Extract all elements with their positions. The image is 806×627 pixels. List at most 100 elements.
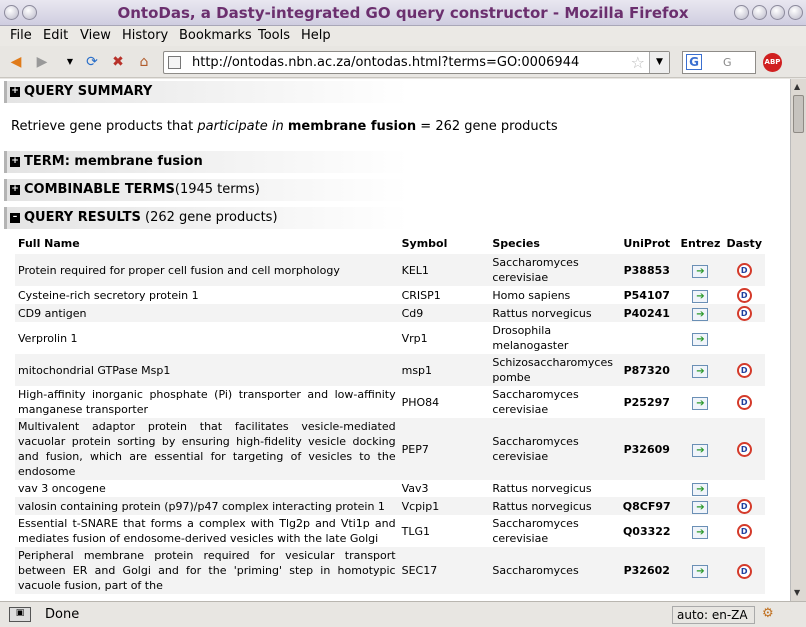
summary-relation: participate in <box>197 119 284 134</box>
gene-symbol: KEL1 <box>398 254 490 286</box>
bookmark-star-icon[interactable]: ☆ <box>631 53 645 72</box>
gene-symbol: Vav3 <box>398 480 490 497</box>
gene-species: Rattus norvegicus <box>489 497 616 515</box>
entrez-link-icon[interactable]: ➔ <box>692 364 709 378</box>
expand-icon[interactable]: + <box>10 185 20 195</box>
section-term[interactable]: + TERM: membrane fusion <box>4 151 408 173</box>
stop-icon[interactable]: ✖ <box>110 54 126 70</box>
section-combinable-terms[interactable]: + COMBINABLE TERMS(1945 terms) <box>4 179 408 201</box>
menu-view[interactable]: View <box>80 28 111 43</box>
search-engine-icon[interactable]: G <box>686 54 702 70</box>
dasty-link-icon[interactable]: D <box>736 395 752 410</box>
dasty-link-icon[interactable]: D <box>736 263 752 278</box>
vertical-scrollbar[interactable]: ▲ ▼ <box>790 79 806 601</box>
entrez-link-icon[interactable]: ➔ <box>692 565 709 578</box>
dasty-cell: D <box>723 354 765 386</box>
summary-prefix: Retrieve gene products that <box>11 119 198 134</box>
locale-indicator[interactable]: auto: en-ZA <box>672 606 755 624</box>
uniprot-link[interactable]: P32602 <box>615 547 678 594</box>
column-header-full-name[interactable]: Full Name <box>15 233 399 254</box>
section-query-results[interactable]: – QUERY RESULTS (262 gene products) <box>4 207 408 229</box>
dasty-link-icon[interactable]: D <box>736 563 752 579</box>
reload-icon[interactable]: ⟳ <box>84 54 100 70</box>
dasty-link-icon[interactable]: D <box>736 363 752 378</box>
expand-icon[interactable]: + <box>10 157 20 167</box>
menu-tools[interactable]: Tools <box>258 28 290 43</box>
forward-icon[interactable]: ▶ <box>34 54 50 70</box>
menu-file[interactable]: File <box>10 28 32 43</box>
column-header-symbol[interactable]: Symbol <box>398 233 490 254</box>
entrez-link-icon[interactable]: ➔ <box>692 264 709 278</box>
home-icon[interactable]: ⌂ <box>136 54 152 70</box>
dasty-link-icon[interactable]: D <box>736 499 752 514</box>
entrez-link-icon[interactable]: ➔ <box>692 396 709 410</box>
restore-button[interactable] <box>770 5 785 20</box>
minimize-button[interactable] <box>734 5 749 20</box>
address-dropdown-icon[interactable]: ▼ <box>649 52 669 73</box>
column-header-uniprot[interactable]: UniProt <box>615 233 678 254</box>
entrez-link-icon[interactable]: ➔ <box>692 307 709 321</box>
uniprot-link[interactable]: P40241 <box>615 304 678 322</box>
gene-full-name: CD9 antigen <box>15 304 399 322</box>
adblock-icon[interactable]: ABP <box>763 53 782 72</box>
uniprot-link[interactable]: P54107 <box>615 286 678 304</box>
section-query-summary[interactable]: + QUERY SUMMARY <box>4 81 408 103</box>
entrez-link-icon[interactable]: ➔ <box>692 525 709 539</box>
gene-species: Rattus norvegicus <box>489 480 616 497</box>
gene-species: Saccharomyces cerevisiae <box>489 386 616 418</box>
menu-help[interactable]: Help <box>301 28 331 43</box>
gene-full-name: Essential t-SNARE that forms a complex w… <box>15 515 399 547</box>
search-input[interactable]: G <box>723 56 732 69</box>
back-icon[interactable]: ◀ <box>8 54 24 70</box>
gene-symbol: CRISP1 <box>398 286 490 304</box>
dasty-cell: D <box>723 304 765 322</box>
entrez-link-icon[interactable]: ➔ <box>692 332 709 346</box>
expand-icon[interactable]: + <box>10 87 20 97</box>
dasty-cell <box>723 480 765 497</box>
entrez-link-icon[interactable]: ➔ <box>692 289 709 303</box>
uniprot-link[interactable]: P38853 <box>615 254 678 286</box>
window-title: OntoDas, a Dasty-integrated GO query con… <box>117 4 689 22</box>
page-favicon-icon <box>168 56 181 69</box>
dasty-link-icon[interactable]: D <box>736 306 752 321</box>
entrez-link-icon[interactable]: ➔ <box>692 443 709 457</box>
gene-species: Saccharomyces cerevisiae <box>489 418 616 480</box>
scrollbar-thumb[interactable] <box>793 95 804 133</box>
scroll-down-icon[interactable]: ▼ <box>794 588 800 597</box>
history-dropdown-icon[interactable]: ▼ <box>62 54 78 70</box>
collapse-icon[interactable]: – <box>10 213 20 223</box>
column-header-species[interactable]: Species <box>489 233 616 254</box>
table-row: CD9 antigen Cd9 Rattus norvegicus P40241 ➔ D <box>15 304 765 322</box>
window-titlebar: OntoDas, a Dasty-integrated GO query con… <box>0 0 806 26</box>
dasty-link-icon[interactable]: D <box>736 288 752 303</box>
entrez-cell: ➔ <box>677 304 724 322</box>
uniprot-link[interactable]: P25297 <box>615 386 678 418</box>
addon-tool-icon[interactable]: ⚙ <box>762 606 774 621</box>
dasty-cell: D <box>723 515 765 547</box>
uniprot-link[interactable]: P87320 <box>615 354 678 386</box>
uniprot-link[interactable]: Q8CF97 <box>615 497 678 515</box>
entrez-link-icon[interactable]: ➔ <box>692 500 709 514</box>
scroll-up-icon[interactable]: ▲ <box>794 82 800 91</box>
menu-history[interactable]: History <box>122 28 168 43</box>
page-content: + QUERY SUMMARY Retrieve gene products t… <box>0 79 790 601</box>
uniprot-link[interactable]: P32609 <box>615 418 678 480</box>
uniprot-link[interactable]: Q03322 <box>615 515 678 547</box>
search-box[interactable]: G G <box>682 51 756 74</box>
entrez-cell: ➔ <box>677 515 724 547</box>
dasty-cell <box>723 322 765 354</box>
maximize-button[interactable] <box>752 5 767 20</box>
entrez-link-icon[interactable]: ➔ <box>692 483 709 496</box>
section-title: QUERY SUMMARY <box>24 84 153 99</box>
table-row: mitochondrial GTPase Msp1 msp1 Schizosacch… <box>15 354 765 386</box>
address-url[interactable]: http://ontodas.nbn.ac.za/ontodas.html?te… <box>192 55 579 70</box>
menu-edit[interactable]: Edit <box>43 28 68 43</box>
menu-bookmarks[interactable]: Bookmarks <box>179 28 252 43</box>
table-row: Peripheral membrane protein required for… <box>15 547 765 594</box>
summary-suffix: = 262 gene products <box>416 119 558 134</box>
address-bar[interactable]: http://ontodas.nbn.ac.za/ontodas.html?te… <box>163 51 670 74</box>
dasty-link-icon[interactable]: D <box>736 524 752 539</box>
gene-symbol: SEC17 <box>398 547 490 594</box>
dasty-link-icon[interactable]: D <box>736 442 752 457</box>
close-button[interactable] <box>788 5 803 20</box>
